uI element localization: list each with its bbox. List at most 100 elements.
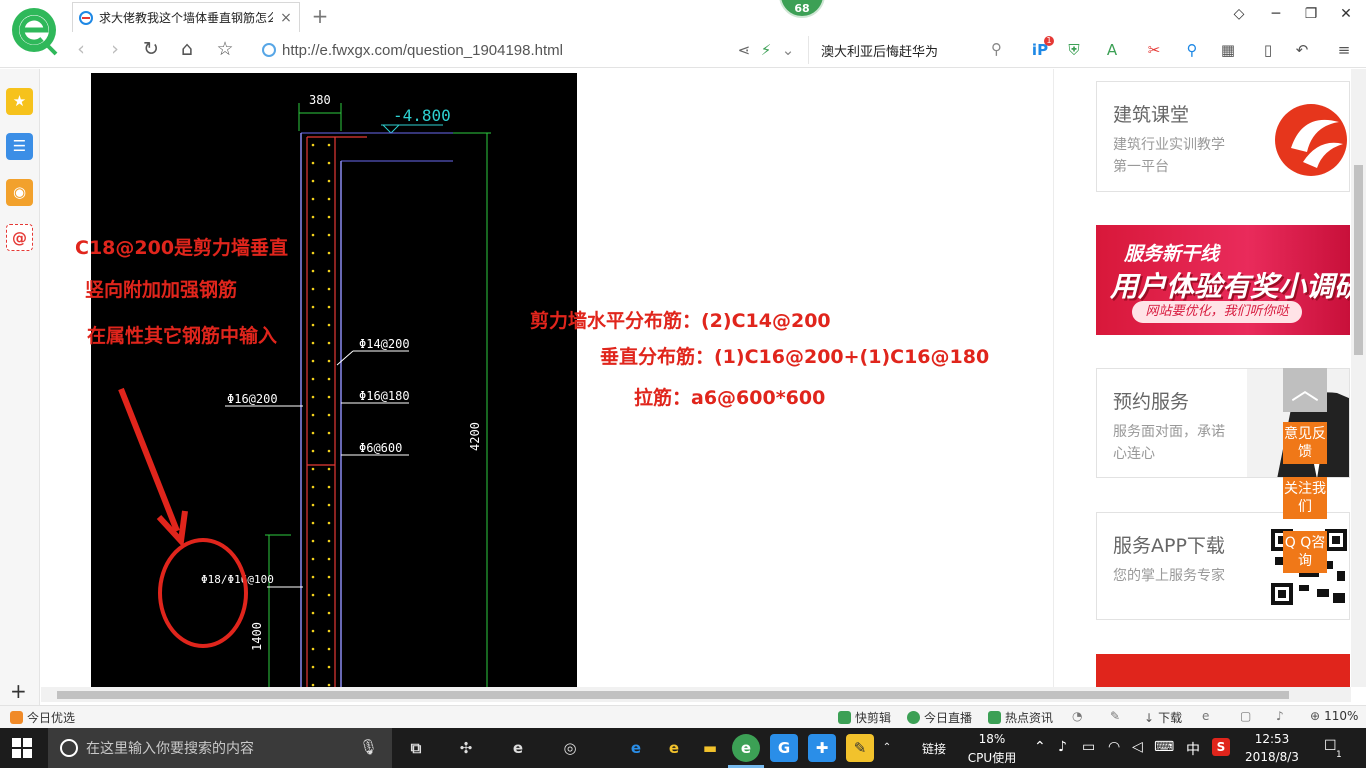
weibo-icon[interactable]: ◉ — [6, 179, 33, 206]
shield-icon[interactable]: ⛨ — [1064, 40, 1084, 60]
chevron-down-icon[interactable]: ⌄ — [778, 40, 798, 60]
fan-app-icon[interactable]: ✣ — [452, 734, 480, 762]
close-window-icon[interactable]: ✕ — [1336, 6, 1356, 22]
volume-icon[interactable]: ◁ — [1132, 739, 1143, 755]
survey-banner[interactable]: 服务新干线 用户体验有奖小调研 网站要优化，我们听你哒 — [1096, 225, 1350, 335]
edge-outline-icon[interactable]: e — [504, 734, 532, 762]
file-explorer-icon[interactable]: ▬ — [696, 734, 724, 762]
find-icon[interactable]: ⚲ — [1182, 40, 1202, 60]
windows-taskbar: 在这里输入你要搜索的内容 🎙 ⧉ ✣ e ◎ e e ▬ e G ✚ ✎ ⌃ 链… — [0, 728, 1366, 768]
browser-task-icon[interactable]: e — [732, 734, 760, 762]
speed-icon[interactable]: ◔ — [1072, 709, 1082, 723]
overflow-chevron-icon[interactable]: ⌃ — [880, 734, 894, 762]
refresh-icon[interactable]: ↻ — [140, 38, 162, 60]
rebar-dot — [311, 593, 315, 597]
home-icon[interactable]: ⌂ — [176, 38, 198, 60]
daily-picks[interactable]: 今日优选 — [10, 709, 75, 726]
rebar-dot — [327, 593, 331, 597]
edge-icon[interactable]: e — [622, 734, 650, 762]
add-sidebar-icon[interactable]: + — [10, 679, 27, 703]
rebar-dot — [311, 287, 315, 291]
action-center-icon[interactable]: ☐ — [1324, 738, 1337, 754]
task-view-icon[interactable]: ⧉ — [402, 734, 430, 762]
ie-mode-icon[interactable]: e — [1202, 709, 1209, 723]
news-list-icon[interactable]: ☰ — [6, 133, 33, 160]
dim-4200-label: 4200 — [468, 422, 482, 451]
tab-close-icon[interactable]: × — [279, 10, 293, 26]
apps-grid-icon[interactable]: ▦ — [1218, 40, 1238, 60]
quick-edit[interactable]: 快剪辑 — [838, 709, 891, 726]
cpu-percent: 18% — [978, 732, 1006, 746]
scissors-icon[interactable]: ✂ — [1144, 40, 1164, 60]
note-right-3: 拉筋：a6@600*600 — [634, 387, 826, 409]
notes-app-icon[interactable]: ✎ — [846, 734, 874, 762]
follow-us-button[interactable]: 关注我们 — [1283, 477, 1327, 519]
rebar-dot — [311, 503, 315, 507]
favorite-star-icon[interactable]: ☆ — [214, 38, 236, 60]
reader-icon[interactable]: ▯ — [1258, 40, 1278, 60]
undo-icon[interactable]: ↶ — [1292, 40, 1312, 60]
site-info-icon[interactable] — [262, 43, 276, 57]
plus-app-icon[interactable]: ✚ — [808, 734, 836, 762]
vertical-scroll-thumb[interactable] — [1354, 165, 1363, 355]
zoom-level[interactable]: ⊕ 110% — [1310, 709, 1358, 723]
card-title: 建筑课堂 — [1113, 104, 1190, 126]
microphone-icon[interactable]: 🎙 — [359, 738, 378, 756]
note-left-1: C18@200是剪力墙垂直 — [75, 237, 289, 259]
wifi-icon[interactable]: ◠ — [1108, 739, 1120, 755]
downloads[interactable]: ↓ 下载 — [1144, 709, 1182, 726]
rebar-dot — [327, 287, 331, 291]
battery-icon[interactable]: ▭ — [1082, 739, 1095, 755]
scroll-to-top-icon[interactable]: ︿ — [1283, 368, 1327, 412]
browser-logo-icon[interactable] — [8, 6, 60, 58]
qq-consult-button[interactable]: Q Q咨询 — [1283, 531, 1327, 573]
sogou-ime-icon[interactable]: S — [1212, 738, 1230, 756]
forward-icon[interactable]: › — [104, 38, 126, 60]
window-icon[interactable]: ▢ — [1240, 709, 1251, 723]
tab-active[interactable]: 求大佬教我这个墙体垂直钢筋怎么 × — [72, 2, 300, 32]
favorites-star-icon[interactable]: ★ — [6, 88, 33, 115]
horizontal-scroll-thumb[interactable] — [57, 691, 1289, 699]
menu-icon[interactable]: ≡ — [1334, 40, 1354, 60]
horizontal-scrollbar[interactable] — [41, 687, 1351, 702]
bottom-banner[interactable] — [1096, 654, 1350, 687]
share-icon[interactable]: ⋖ — [734, 40, 754, 60]
live-today[interactable]: 今日直播 — [907, 709, 972, 726]
windows-start-icon[interactable] — [12, 738, 32, 758]
g-app-icon[interactable]: G — [770, 734, 798, 762]
keyboard-icon[interactable]: ⌨ — [1154, 739, 1174, 755]
mail-icon[interactable]: @ — [6, 224, 33, 251]
dim-380-label: 380 — [309, 93, 331, 107]
downloads-label: 下载 — [1158, 711, 1183, 725]
minimize-icon[interactable]: ─ — [1266, 6, 1286, 22]
sound-icon[interactable]: ♪ — [1276, 709, 1284, 723]
video-edit-icon — [838, 711, 851, 724]
restore-icon[interactable]: ❐ — [1301, 6, 1321, 22]
link-label[interactable]: 链接 — [922, 740, 946, 757]
search-input[interactable]: 澳大利亚后悔赶华为 ⚲ — [808, 36, 1008, 64]
tools-icon[interactable]: ✎ — [1110, 709, 1120, 723]
translate-icon[interactable]: A — [1102, 40, 1122, 60]
tray-bell-icon[interactable]: ♪ — [1058, 739, 1067, 755]
card-course[interactable]: 建筑课堂 建筑行业实训教学第一平台 — [1096, 81, 1350, 192]
clock-time[interactable]: 12:53 — [1238, 732, 1306, 746]
clock-date[interactable]: 2018/8/3 — [1238, 750, 1306, 764]
ie-icon[interactable]: e — [660, 734, 688, 762]
new-tab-button[interactable]: + — [310, 4, 330, 28]
skin-icon[interactable]: ◇ — [1229, 6, 1249, 22]
back-icon[interactable]: ‹ — [70, 38, 92, 60]
spiral-app-icon[interactable]: ◎ — [556, 734, 584, 762]
score-badge[interactable]: 68 — [779, 0, 825, 18]
search-icon[interactable]: ⚲ — [991, 40, 1002, 58]
rebar-dot — [311, 305, 315, 309]
feedback-button[interactable]: 意见反馈 — [1283, 422, 1327, 464]
rebar-dot — [311, 575, 315, 579]
tray-up-icon[interactable]: ⌃ — [1034, 739, 1046, 755]
ime-indicator[interactable]: 中 — [1186, 739, 1200, 759]
hot-news[interactable]: 热点资讯 — [988, 709, 1053, 726]
rebar-dot — [311, 251, 315, 255]
speed-mode-icon[interactable]: ⚡ — [756, 40, 776, 60]
vertical-scrollbar[interactable] — [1351, 69, 1366, 687]
url-field[interactable]: http://e.fwxgx.com/question_1904198.html — [262, 38, 732, 62]
taskbar-search-input[interactable]: 在这里输入你要搜索的内容 🎙 — [48, 728, 392, 768]
